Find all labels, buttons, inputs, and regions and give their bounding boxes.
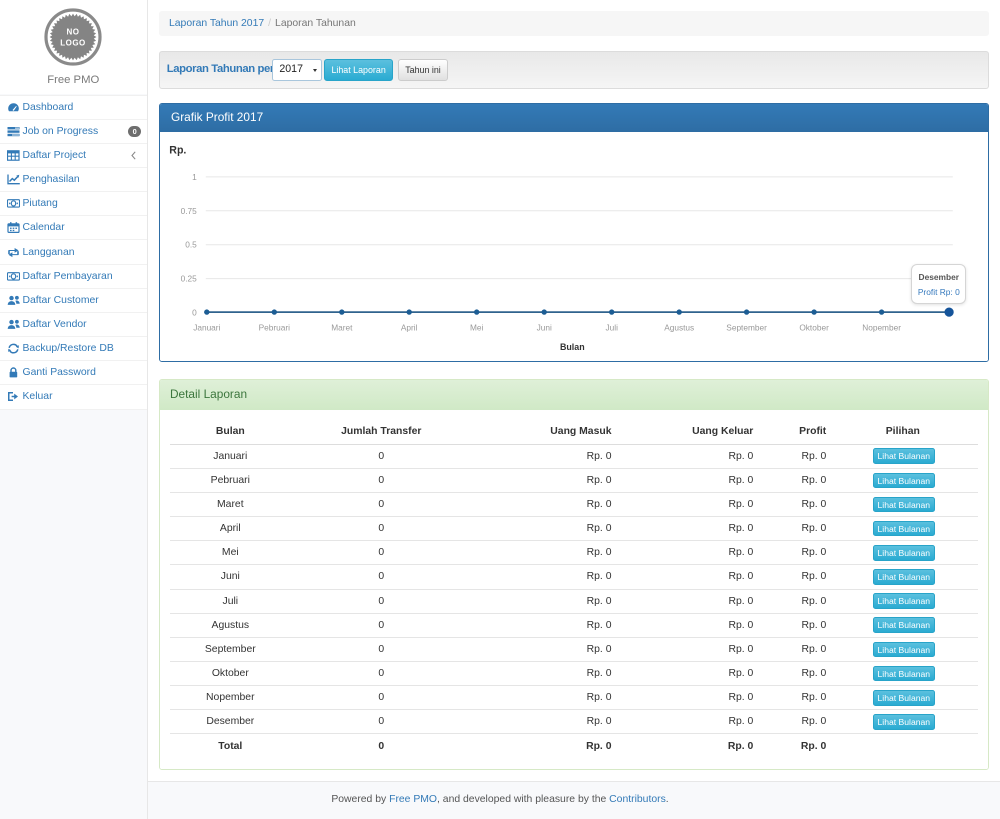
svg-text:1: 1 [192, 171, 197, 181]
svg-text:Maret: Maret [331, 322, 353, 332]
svg-text:Bulan: Bulan [560, 342, 585, 352]
svg-text:Januari: Januari [193, 322, 220, 332]
svg-text:Rp.: Rp. [169, 144, 186, 156]
svg-text:0.75: 0.75 [181, 205, 198, 215]
svg-text:September: September [726, 322, 767, 332]
svg-text:April: April [401, 322, 418, 332]
svg-text:Juni: Juni [537, 322, 552, 332]
svg-text:LOGO: LOGO [60, 39, 86, 48]
svg-text:0.5: 0.5 [185, 239, 197, 249]
svg-text:NO: NO [67, 28, 80, 37]
svg-text:0.25: 0.25 [181, 273, 198, 283]
svg-text:Oktober: Oktober [799, 322, 829, 332]
svg-text:Agustus: Agustus [664, 322, 694, 332]
svg-text:0: 0 [192, 307, 197, 317]
svg-text:Pebruari: Pebruari [259, 322, 291, 332]
svg-text:Mei: Mei [470, 322, 484, 332]
svg-text:Juli: Juli [605, 322, 618, 332]
svg-text:Nopember: Nopember [862, 322, 901, 332]
